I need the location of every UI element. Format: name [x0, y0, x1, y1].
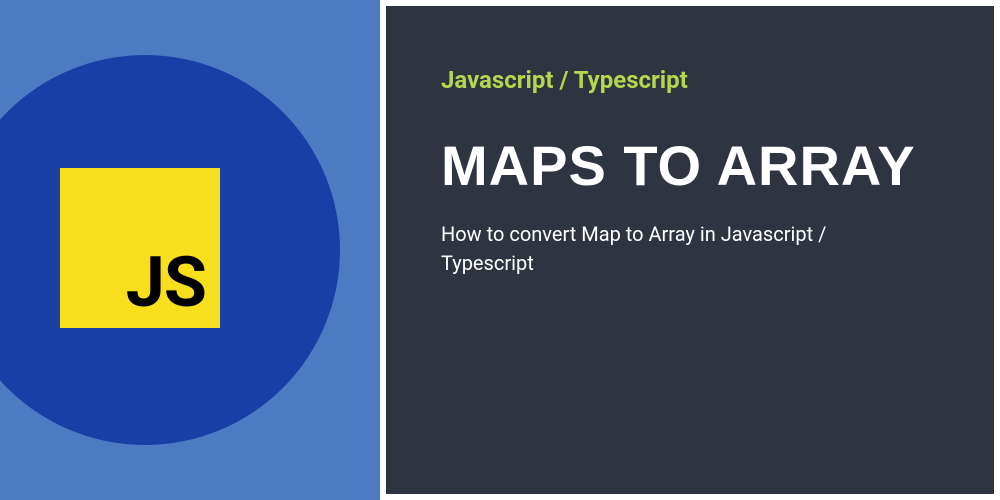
category-label: Javascript / Typescript: [441, 66, 939, 94]
right-panel: Javascript / Typescript MAPS TO ARRAY Ho…: [380, 0, 1000, 500]
js-logo-text: JS: [126, 248, 206, 318]
js-logo-badge: JS: [60, 168, 220, 328]
left-panel: JS: [0, 0, 380, 500]
subtitle-text: How to convert Map to Array in Javascrip…: [441, 220, 861, 278]
main-title: MAPS TO ARRAY: [441, 138, 939, 194]
